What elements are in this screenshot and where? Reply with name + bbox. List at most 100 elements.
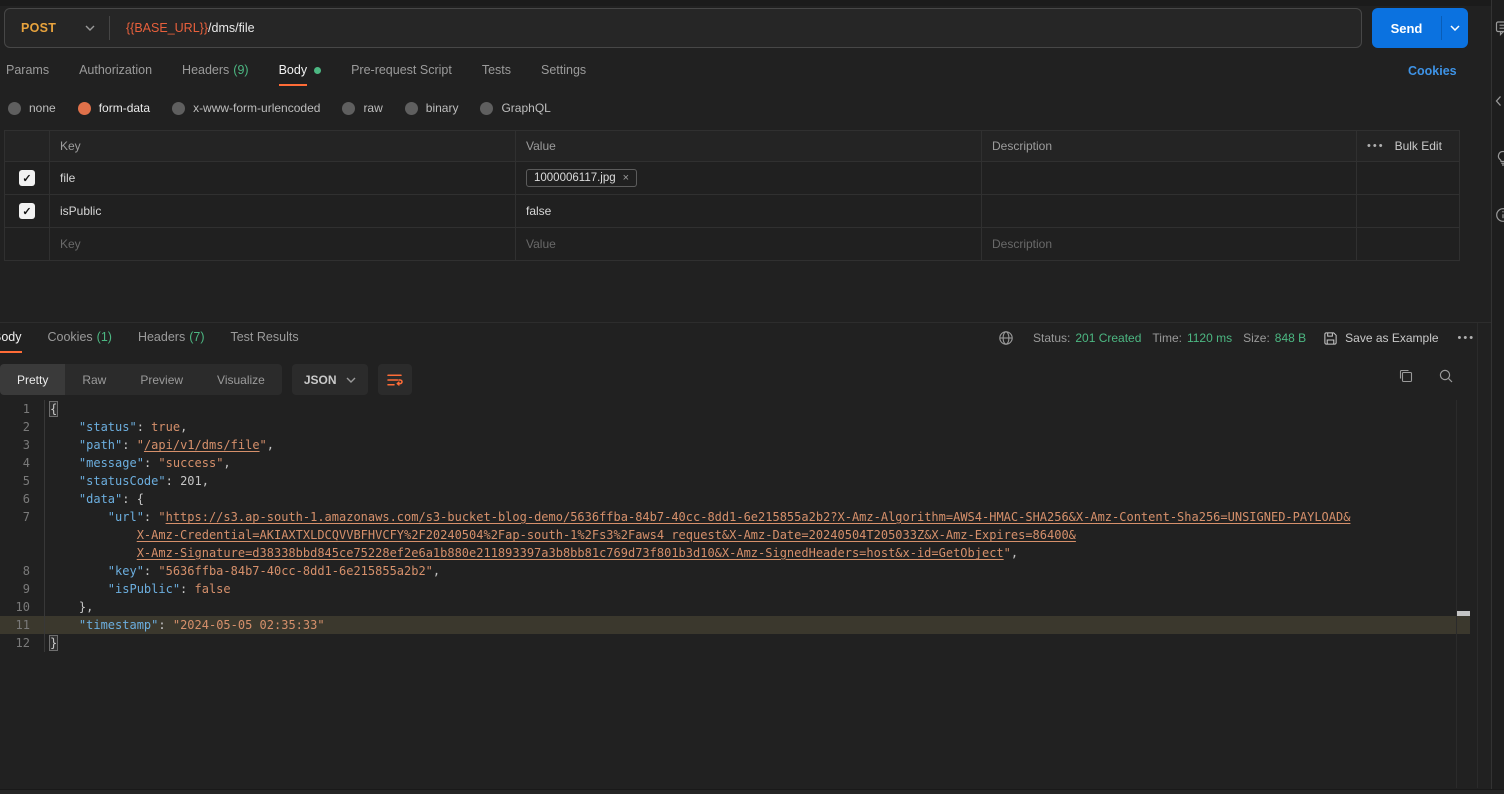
code-gutter	[30, 418, 45, 436]
cookies-link[interactable]: Cookies	[1408, 64, 1457, 78]
code-token: "url"	[108, 510, 144, 524]
json-link[interactable]: /api/v1/dms/file	[144, 438, 260, 452]
value-input-placeholder[interactable]: Value	[515, 228, 981, 260]
url-input[interactable]: {{BASE_URL}}/dms/file	[110, 21, 255, 35]
code-token: :	[166, 474, 180, 488]
response-tab-headers[interactable]: Headers(7)	[138, 324, 205, 353]
code-gutter	[30, 526, 45, 544]
key-input[interactable]: file	[49, 162, 515, 194]
chevron-down-icon	[85, 25, 95, 31]
send-options-chevron-icon[interactable]	[1442, 8, 1468, 48]
code-token: "	[1004, 546, 1011, 560]
json-link[interactable]: X-Amz-Signature=d38338bbd845ce75228ef2e6…	[137, 546, 1004, 560]
code-token: "success"	[158, 456, 223, 470]
line-number: 7	[0, 508, 30, 526]
search-response-button[interactable]	[1438, 368, 1454, 384]
response-more-icon[interactable]: •••	[1458, 333, 1476, 344]
scrollbar-thumb[interactable]	[1457, 611, 1470, 616]
mode-raw[interactable]: raw	[342, 101, 382, 115]
tab-authorization[interactable]: Authorization	[79, 57, 152, 86]
network-globe-icon[interactable]	[998, 330, 1014, 346]
code-gutter	[30, 616, 45, 634]
value-input[interactable]: false	[515, 195, 981, 227]
copy-response-button[interactable]	[1398, 368, 1414, 384]
value-cell[interactable]: 1000006117.jpg×	[515, 162, 981, 194]
view-tab-preview[interactable]: Preview	[123, 364, 200, 395]
lightbulb-icon[interactable]	[1495, 150, 1504, 166]
view-tab-visualize[interactable]: Visualize	[200, 364, 282, 395]
line-number: 6	[0, 490, 30, 508]
tab-params[interactable]: Params	[6, 57, 49, 86]
code-token: {	[50, 402, 57, 416]
view-tab-pretty[interactable]: Pretty	[0, 364, 65, 395]
status-badge[interactable]: Status: 201 Created	[1033, 331, 1141, 345]
bulk-edit-button[interactable]: Bulk Edit	[1395, 139, 1442, 153]
tab-pre-request-script[interactable]: Pre-request Script	[351, 57, 452, 86]
view-tab-raw[interactable]: Raw	[65, 364, 123, 395]
code-gutter	[30, 580, 45, 598]
tab-settings[interactable]: Settings	[541, 57, 586, 86]
line-number: 8	[0, 562, 30, 580]
code-token	[50, 546, 137, 560]
code-snippet-icon[interactable]	[1495, 93, 1504, 109]
mode-form-data[interactable]: form-data	[78, 101, 150, 115]
url-variable: {{BASE_URL}}	[126, 21, 208, 35]
description-input-placeholder[interactable]: Description	[981, 228, 1356, 260]
response-tab-test-results[interactable]: Test Results	[230, 324, 298, 353]
description-input[interactable]	[981, 162, 1356, 194]
size-badge[interactable]: Size: 848 B	[1243, 331, 1306, 345]
key-input[interactable]: isPublic	[49, 195, 515, 227]
code-token: "	[158, 510, 165, 524]
code-token: : {	[122, 492, 144, 506]
mode-x-www-form-urlencoded[interactable]: x-www-form-urlencoded	[172, 101, 320, 115]
tab-tests[interactable]: Tests	[482, 57, 511, 86]
tab-headers[interactable]: Headers(9)	[182, 57, 249, 86]
remove-file-icon[interactable]: ×	[623, 172, 629, 184]
body-modified-dot-icon	[314, 67, 321, 74]
code-line: 9 "isPublic": false	[0, 580, 1470, 598]
key-input-placeholder[interactable]: Key	[49, 228, 515, 260]
comments-icon[interactable]	[1495, 20, 1504, 36]
divider	[1477, 323, 1478, 788]
right-sidebar	[1491, 0, 1504, 794]
time-badge[interactable]: Time: 1120 ms	[1152, 331, 1232, 345]
tab-body[interactable]: Body	[279, 57, 322, 86]
json-link[interactable]: X-Amz-Credential=AKIAXTXLDCQVVBFHVCFY%2F…	[137, 528, 1076, 542]
code-token: ,	[1011, 546, 1018, 560]
file-chip: 1000006117.jpg×	[526, 169, 637, 187]
description-input[interactable]	[981, 195, 1356, 227]
request-url-bar: POST {{BASE_URL}}/dms/file	[4, 8, 1362, 48]
form-data-table: Key Value Description ••• Bulk Edit file…	[4, 130, 1460, 261]
cookies-count: (1)	[97, 330, 112, 344]
code-token: "status"	[79, 420, 137, 434]
code-token: false	[195, 582, 231, 596]
radio-icon	[8, 102, 21, 115]
table-row: isPublic false	[5, 195, 1459, 228]
json-link[interactable]: https://s3.ap-south-1.amazonaws.com/s3-b…	[166, 510, 1351, 524]
row-checkbox[interactable]	[19, 203, 35, 219]
code-token: 201,	[180, 474, 209, 488]
response-tab-body[interactable]: Body	[0, 324, 22, 353]
headers-count: (9)	[233, 63, 248, 77]
mode-graphql[interactable]: GraphQL	[480, 101, 550, 115]
mode-binary[interactable]: binary	[405, 101, 459, 115]
radio-selected-icon	[78, 102, 91, 115]
code-token: :	[144, 510, 158, 524]
code-line: X-Amz-Signature=d38338bbd845ce75228ef2e6…	[0, 544, 1470, 562]
wrap-lines-button[interactable]	[378, 364, 412, 395]
mode-none[interactable]: none	[8, 101, 56, 115]
table-header-row: Key Value Description ••• Bulk Edit	[5, 131, 1459, 162]
send-button[interactable]: Send	[1372, 8, 1468, 48]
method-selector[interactable]: POST	[5, 9, 109, 47]
info-icon[interactable]	[1495, 207, 1504, 223]
table-more-icon[interactable]: •••	[1367, 141, 1385, 152]
save-as-example-button[interactable]: Save as Example	[1323, 331, 1438, 346]
format-selector[interactable]: JSON	[292, 364, 368, 395]
window-top-edge	[0, 0, 1504, 6]
code-gutter	[30, 454, 45, 472]
response-tab-cookies[interactable]: Cookies(1)	[48, 324, 112, 353]
row-checkbox[interactable]	[19, 170, 35, 186]
code-line: 2 "status": true,	[0, 418, 1470, 436]
header-checkbox-cell	[5, 131, 49, 161]
code-line: 1{	[0, 400, 1470, 418]
